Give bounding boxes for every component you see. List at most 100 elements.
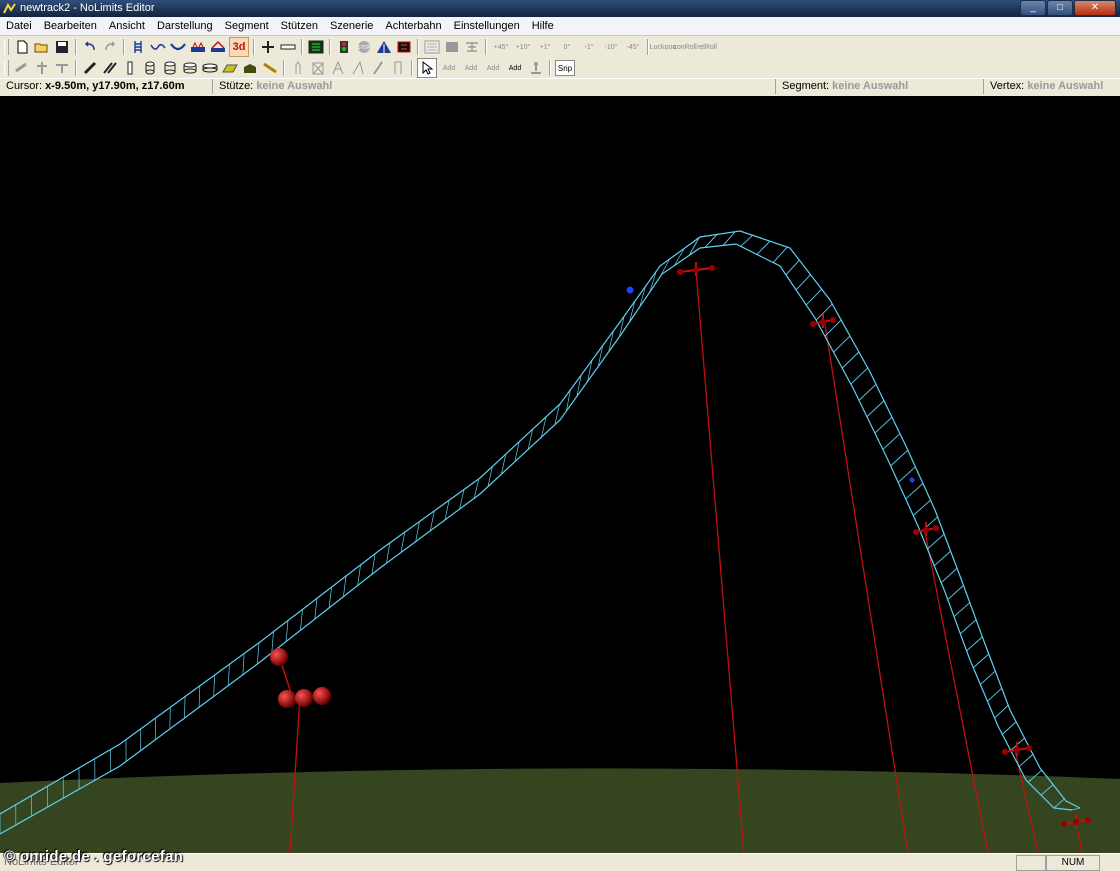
menu-ansicht[interactable]: Ansicht bbox=[103, 17, 151, 35]
footer-block-icon[interactable] bbox=[221, 59, 239, 77]
close-icon[interactable]: ✕ bbox=[1074, 0, 1116, 16]
footer-solid-icon[interactable] bbox=[241, 59, 259, 77]
view-3d-button[interactable]: 3d bbox=[229, 37, 249, 57]
support-head bbox=[677, 262, 715, 276]
beam-double-icon[interactable] bbox=[101, 59, 119, 77]
toolbar-separator bbox=[301, 39, 303, 55]
cursor-value: x-9.50m, y17.90m, z17.60m bbox=[45, 80, 184, 92]
track-crosstie bbox=[851, 368, 868, 384]
pylon-slant-icon[interactable] bbox=[369, 59, 387, 77]
watermark: © onride.de . geforcefan bbox=[4, 848, 183, 865]
brake-icon[interactable] bbox=[335, 38, 353, 56]
support-pole bbox=[696, 270, 744, 853]
toolbar-separator bbox=[411, 60, 413, 76]
cylinder-large-icon[interactable] bbox=[181, 59, 199, 77]
support-toolbar: Add Add Add Add Snp bbox=[0, 57, 1120, 79]
menu-datei[interactable]: Datei bbox=[0, 17, 38, 35]
person-footer-icon[interactable] bbox=[527, 59, 545, 77]
menu-achterbahn[interactable]: Achterbahn bbox=[379, 17, 447, 35]
cross-move-icon[interactable] bbox=[259, 38, 277, 56]
angle-zero-button[interactable]: 0° bbox=[557, 38, 577, 56]
station-icon[interactable] bbox=[189, 38, 207, 56]
track-crosstie bbox=[228, 664, 229, 685]
lock-button[interactable]: Lockooo bbox=[653, 38, 673, 56]
minimize-icon[interactable]: _ bbox=[1020, 0, 1046, 16]
rel-roll-button[interactable]: relRoll bbox=[697, 38, 717, 56]
beam-diagonal-icon[interactable] bbox=[81, 59, 99, 77]
support-heads bbox=[677, 262, 1091, 828]
post-icon[interactable] bbox=[121, 59, 139, 77]
select-pointer-icon[interactable] bbox=[417, 58, 437, 78]
flat-segment-icon[interactable] bbox=[279, 38, 297, 56]
vertex-ball-cluster bbox=[270, 648, 331, 708]
menu-segment[interactable]: Segment bbox=[219, 17, 275, 35]
add-support-button-3[interactable]: Add bbox=[483, 59, 503, 77]
track-crosstie bbox=[906, 483, 923, 499]
track-crosstie bbox=[816, 304, 832, 320]
bank-icon[interactable] bbox=[463, 38, 481, 56]
angle-minus1-button[interactable]: -1° bbox=[579, 38, 599, 56]
stop-icon[interactable]: STOP bbox=[355, 38, 373, 56]
menu-stuetzen[interactable]: Stützen bbox=[275, 17, 324, 35]
lift-icon[interactable] bbox=[209, 38, 227, 56]
pylon-lean-icon[interactable] bbox=[349, 59, 367, 77]
undo-icon[interactable] bbox=[81, 38, 99, 56]
add-support-button-1[interactable]: Add bbox=[439, 59, 459, 77]
save-disk-icon[interactable] bbox=[53, 38, 71, 56]
menu-szenerie[interactable]: Szenerie bbox=[324, 17, 379, 35]
con-roll-button[interactable]: conRoll bbox=[675, 38, 695, 56]
3d-viewport[interactable] bbox=[0, 96, 1120, 853]
track-crosstie bbox=[372, 554, 375, 574]
menu-darstellung[interactable]: Darstellung bbox=[151, 17, 219, 35]
angle-plus10-button[interactable]: +10° bbox=[513, 38, 533, 56]
curve-icon[interactable] bbox=[149, 38, 167, 56]
train-car-icon[interactable] bbox=[395, 38, 413, 56]
con-roll-bottom-label: Roll bbox=[685, 44, 697, 51]
cylinder-small-icon[interactable] bbox=[141, 59, 159, 77]
triangle-track-icon[interactable] bbox=[375, 38, 393, 56]
angle-minus45-button[interactable]: -45° bbox=[623, 38, 643, 56]
menu-hilfe[interactable]: Hilfe bbox=[526, 17, 560, 35]
pylon-frame-icon[interactable] bbox=[309, 59, 327, 77]
add-support-button-2[interactable]: Add bbox=[461, 59, 481, 77]
toolbar-grip[interactable] bbox=[4, 39, 9, 55]
toolbar-grip[interactable] bbox=[4, 60, 9, 76]
window-view-icon[interactable] bbox=[423, 38, 441, 56]
toolbar-separator bbox=[75, 60, 77, 76]
toolbar-separator bbox=[549, 60, 551, 76]
menu-bearbeiten[interactable]: Bearbeiten bbox=[38, 17, 103, 35]
new-file-icon[interactable] bbox=[13, 38, 31, 56]
pylon-icon[interactable] bbox=[289, 59, 307, 77]
coaster-scene[interactable] bbox=[0, 96, 1120, 853]
cylinder-wide-icon[interactable] bbox=[201, 59, 219, 77]
rel-roll-bottom-label: Roll bbox=[705, 44, 717, 51]
valley-icon[interactable] bbox=[169, 38, 187, 56]
pylon-bracket-icon[interactable] bbox=[389, 59, 407, 77]
support-tube-icon[interactable] bbox=[13, 59, 31, 77]
con-roll-top-label: con bbox=[673, 44, 684, 51]
angle-minus10-button[interactable]: -10° bbox=[601, 38, 621, 56]
menu-einstellungen[interactable]: Einstellungen bbox=[448, 17, 526, 35]
track-crosstie bbox=[243, 654, 244, 675]
track-crosstie bbox=[927, 534, 944, 549]
track-crosstie bbox=[689, 238, 699, 256]
track-rails-icon[interactable] bbox=[129, 38, 147, 56]
support-knob bbox=[913, 529, 919, 535]
redo-icon[interactable] bbox=[101, 38, 119, 56]
support-fork-icon[interactable] bbox=[33, 59, 51, 77]
svg-text:STOP: STOP bbox=[357, 45, 371, 51]
snap-button[interactable]: Snp bbox=[555, 60, 575, 76]
maximize-icon[interactable]: □ bbox=[1047, 0, 1073, 16]
toolbar-separator bbox=[123, 39, 125, 55]
open-folder-icon[interactable] bbox=[33, 38, 51, 56]
angle-plus1-button[interactable]: +1° bbox=[535, 38, 555, 56]
support-tee-icon[interactable] bbox=[53, 59, 71, 77]
support-knob bbox=[1061, 821, 1067, 827]
pylon-a-icon[interactable] bbox=[329, 59, 347, 77]
solid-block-icon[interactable] bbox=[443, 38, 461, 56]
cylinder-medium-icon[interactable] bbox=[161, 59, 179, 77]
ruler-icon[interactable] bbox=[261, 59, 279, 77]
grid-panel-icon[interactable] bbox=[307, 38, 325, 56]
angle-plus45-button[interactable]: +45° bbox=[491, 38, 511, 56]
add-support-button-4[interactable]: Add bbox=[505, 59, 525, 77]
